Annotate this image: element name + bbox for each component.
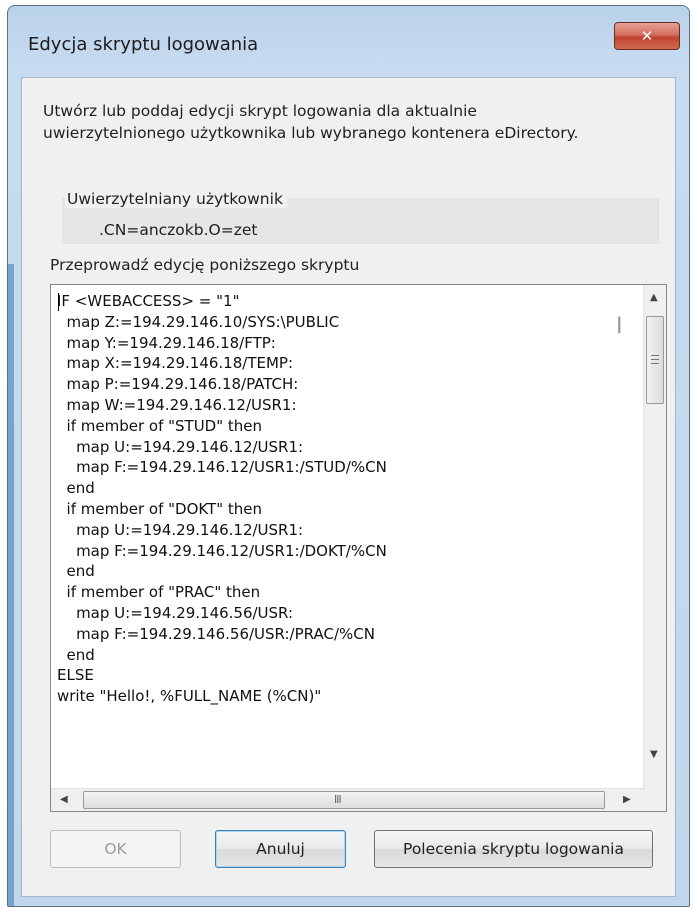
window-title: Edycja skryptu logowania bbox=[28, 34, 259, 55]
vertical-scroll-thumb[interactable] bbox=[646, 316, 664, 404]
scroll-down-arrow-icon[interactable]: ▼ bbox=[650, 750, 658, 760]
cancel-button-label: Anuluj bbox=[256, 840, 305, 858]
auth-user-label: Uwierzytelniany użytkownik bbox=[65, 190, 287, 208]
ok-button-label: OK bbox=[104, 840, 127, 858]
description-line-2: uwierzytelnionego użytkownika lub wybran… bbox=[43, 124, 579, 142]
script-commands-button[interactable]: Polecenia skryptu logowania bbox=[374, 830, 653, 868]
edit-script-label-text: Przeprowadź edycję poniższego skryptu bbox=[50, 256, 360, 274]
scroll-up-arrow-icon[interactable]: ▲ bbox=[650, 293, 658, 303]
close-icon: ✕ bbox=[640, 27, 654, 45]
auth-user-value: .CN=anczokb.O=zet bbox=[99, 221, 258, 239]
script-text[interactable]: IF <WEBACCESS> = "1" map Z:=194.29.146.1… bbox=[57, 291, 387, 707]
thumb-grip-icon bbox=[651, 359, 659, 360]
thumb-grip-icon bbox=[651, 355, 659, 356]
scrollbar-corner bbox=[644, 789, 666, 811]
text-caret bbox=[58, 293, 59, 311]
description-line-1: Utwórz lub poddaj edycji skrypt logowani… bbox=[43, 102, 477, 120]
horizontal-thumb-grip: III bbox=[334, 793, 342, 806]
horizontal-scrollbar[interactable]: ◀ III ▶ bbox=[51, 788, 645, 811]
horizontal-scroll-thumb[interactable]: III bbox=[83, 791, 605, 809]
ibeam-cursor-icon: I bbox=[616, 314, 623, 339]
scroll-right-arrow-icon[interactable]: ▶ bbox=[623, 795, 631, 805]
window-frame-accent bbox=[8, 264, 14, 906]
cancel-button[interactable]: Anuluj bbox=[215, 830, 346, 868]
edit-script-label: Przeprowadź edycję poniższego skryptu bbox=[50, 256, 359, 274]
dialog-client-area: Utwórz lub poddaj edycji skrypt logowani… bbox=[21, 77, 676, 897]
thumb-grip-icon bbox=[651, 363, 659, 364]
dialog-description: Utwórz lub poddaj edycji skrypt logowani… bbox=[43, 100, 663, 144]
vertical-scrollbar[interactable]: ▲ ▼ bbox=[643, 285, 666, 790]
scroll-left-arrow-icon[interactable]: ◀ bbox=[60, 795, 68, 805]
script-editor[interactable]: IF <WEBACCESS> = "1" map Z:=194.29.146.1… bbox=[50, 284, 667, 812]
script-commands-button-label: Polecenia skryptu logowania bbox=[403, 840, 624, 858]
ok-button[interactable]: OK bbox=[50, 830, 181, 868]
dialog-window: Edycja skryptu logowania ✕ Utwórz lub po… bbox=[7, 5, 690, 907]
close-button[interactable]: ✕ bbox=[614, 22, 680, 50]
